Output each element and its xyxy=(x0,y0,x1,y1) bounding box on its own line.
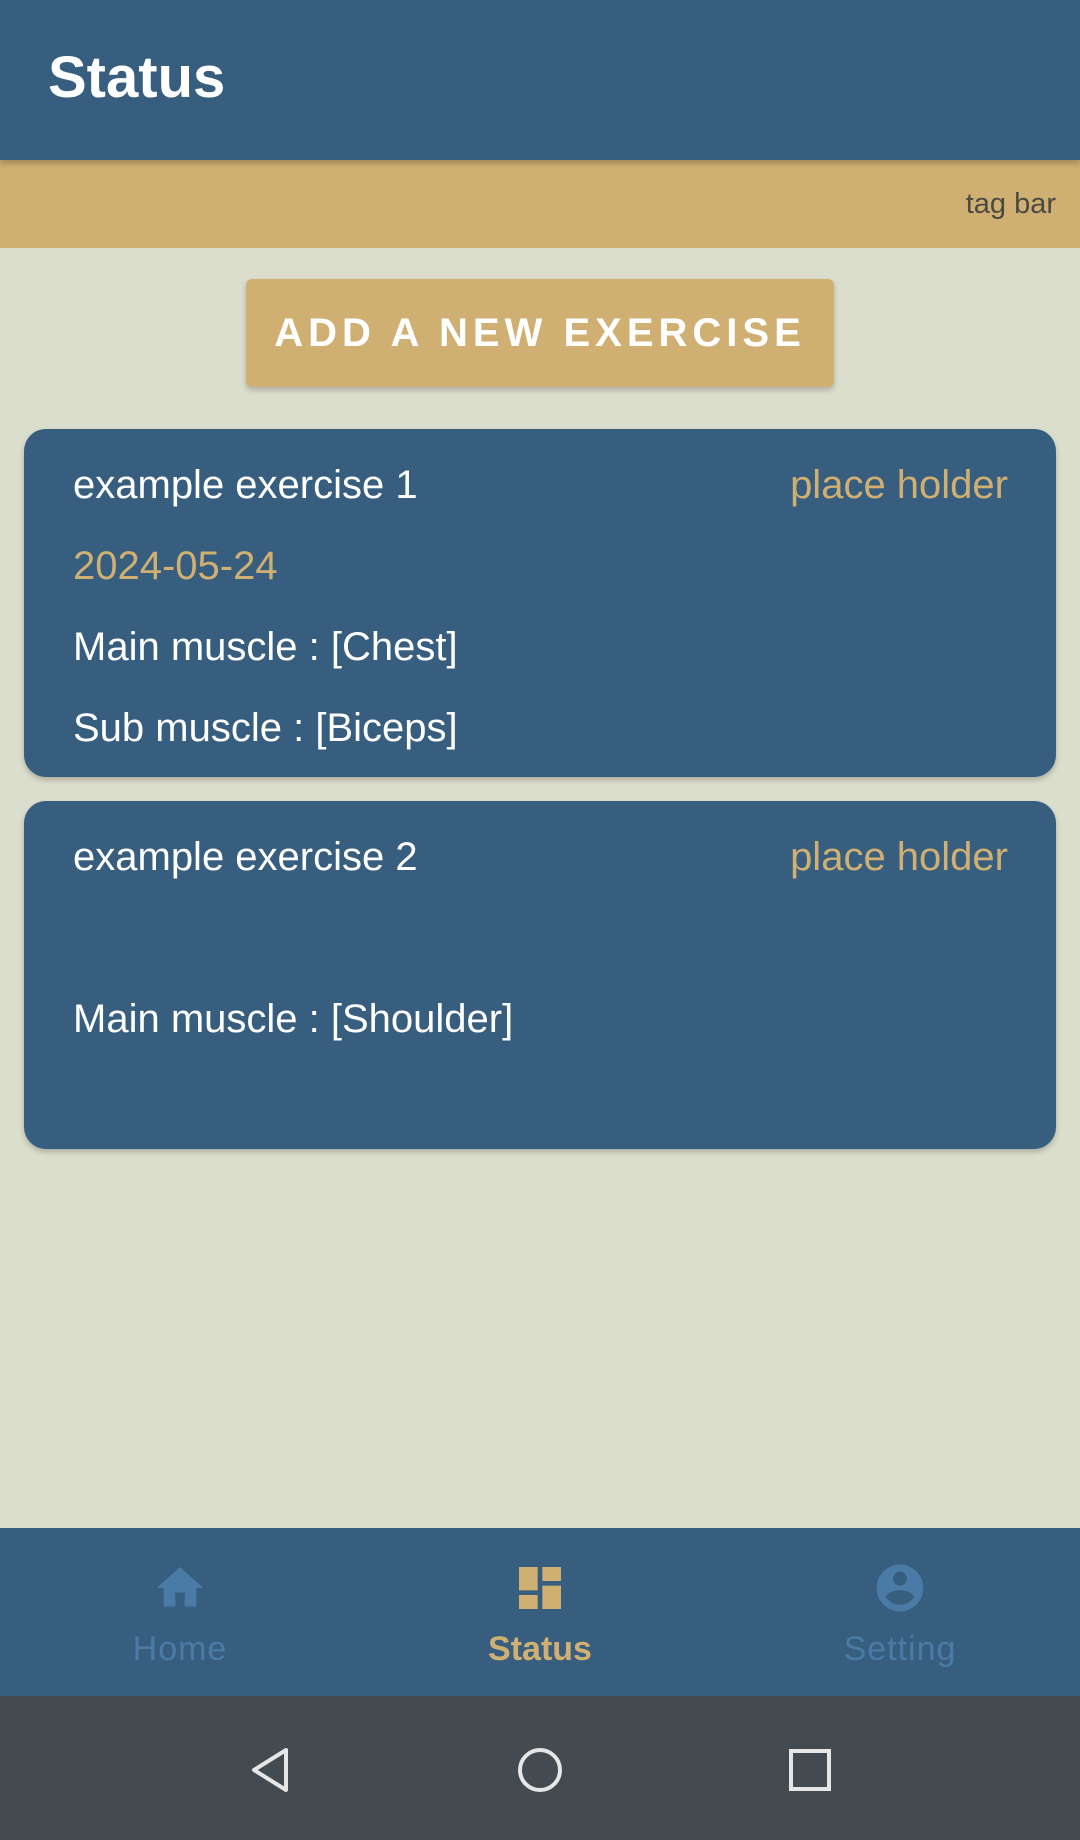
nav-label-setting: Setting xyxy=(843,1630,957,1668)
home-circle-icon[interactable] xyxy=(512,1742,568,1798)
recents-icon[interactable] xyxy=(782,1742,838,1798)
exercise-name: example exercise 1 xyxy=(73,463,418,507)
tag-bar[interactable]: tag bar xyxy=(0,160,1080,248)
exercise-card[interactable]: example exercise 2 place holder Main mus… xyxy=(24,801,1056,1149)
home-icon xyxy=(156,1567,204,1607)
exercise-name: example exercise 2 xyxy=(73,835,418,879)
nav-item-status[interactable]: Status xyxy=(360,1528,720,1696)
main-muscle: Main muscle : [Chest] xyxy=(73,625,458,669)
exercise-tag: place holder xyxy=(790,463,1008,507)
nav-label-status: Status xyxy=(488,1630,592,1668)
exercise-card[interactable]: example exercise 1 place holder 2024-05-… xyxy=(24,429,1056,777)
dashboard-icon xyxy=(519,1567,561,1609)
page-title: Status xyxy=(48,45,226,110)
nav-label-home: Home xyxy=(132,1630,228,1668)
back-icon[interactable] xyxy=(242,1742,298,1798)
nav-item-setting[interactable]: Setting xyxy=(720,1528,1080,1696)
app-bar: Status xyxy=(0,0,1080,160)
bottom-navigation: Home Status Setting xyxy=(0,1528,1080,1696)
account-circle-icon xyxy=(876,1564,924,1612)
add-exercise-button[interactable]: ADD A NEW EXERCISE xyxy=(246,279,834,387)
main-muscle: Main muscle : [Shoulder] xyxy=(73,997,514,1041)
exercise-date: 2024-05-24 xyxy=(73,544,278,588)
sub-muscle: Sub muscle : [Biceps] xyxy=(73,706,458,750)
system-navigation-bar xyxy=(0,1696,1080,1840)
tag-bar-label: tag bar xyxy=(965,188,1056,220)
nav-item-home[interactable]: Home xyxy=(0,1528,360,1696)
exercise-tag: place holder xyxy=(790,835,1008,879)
